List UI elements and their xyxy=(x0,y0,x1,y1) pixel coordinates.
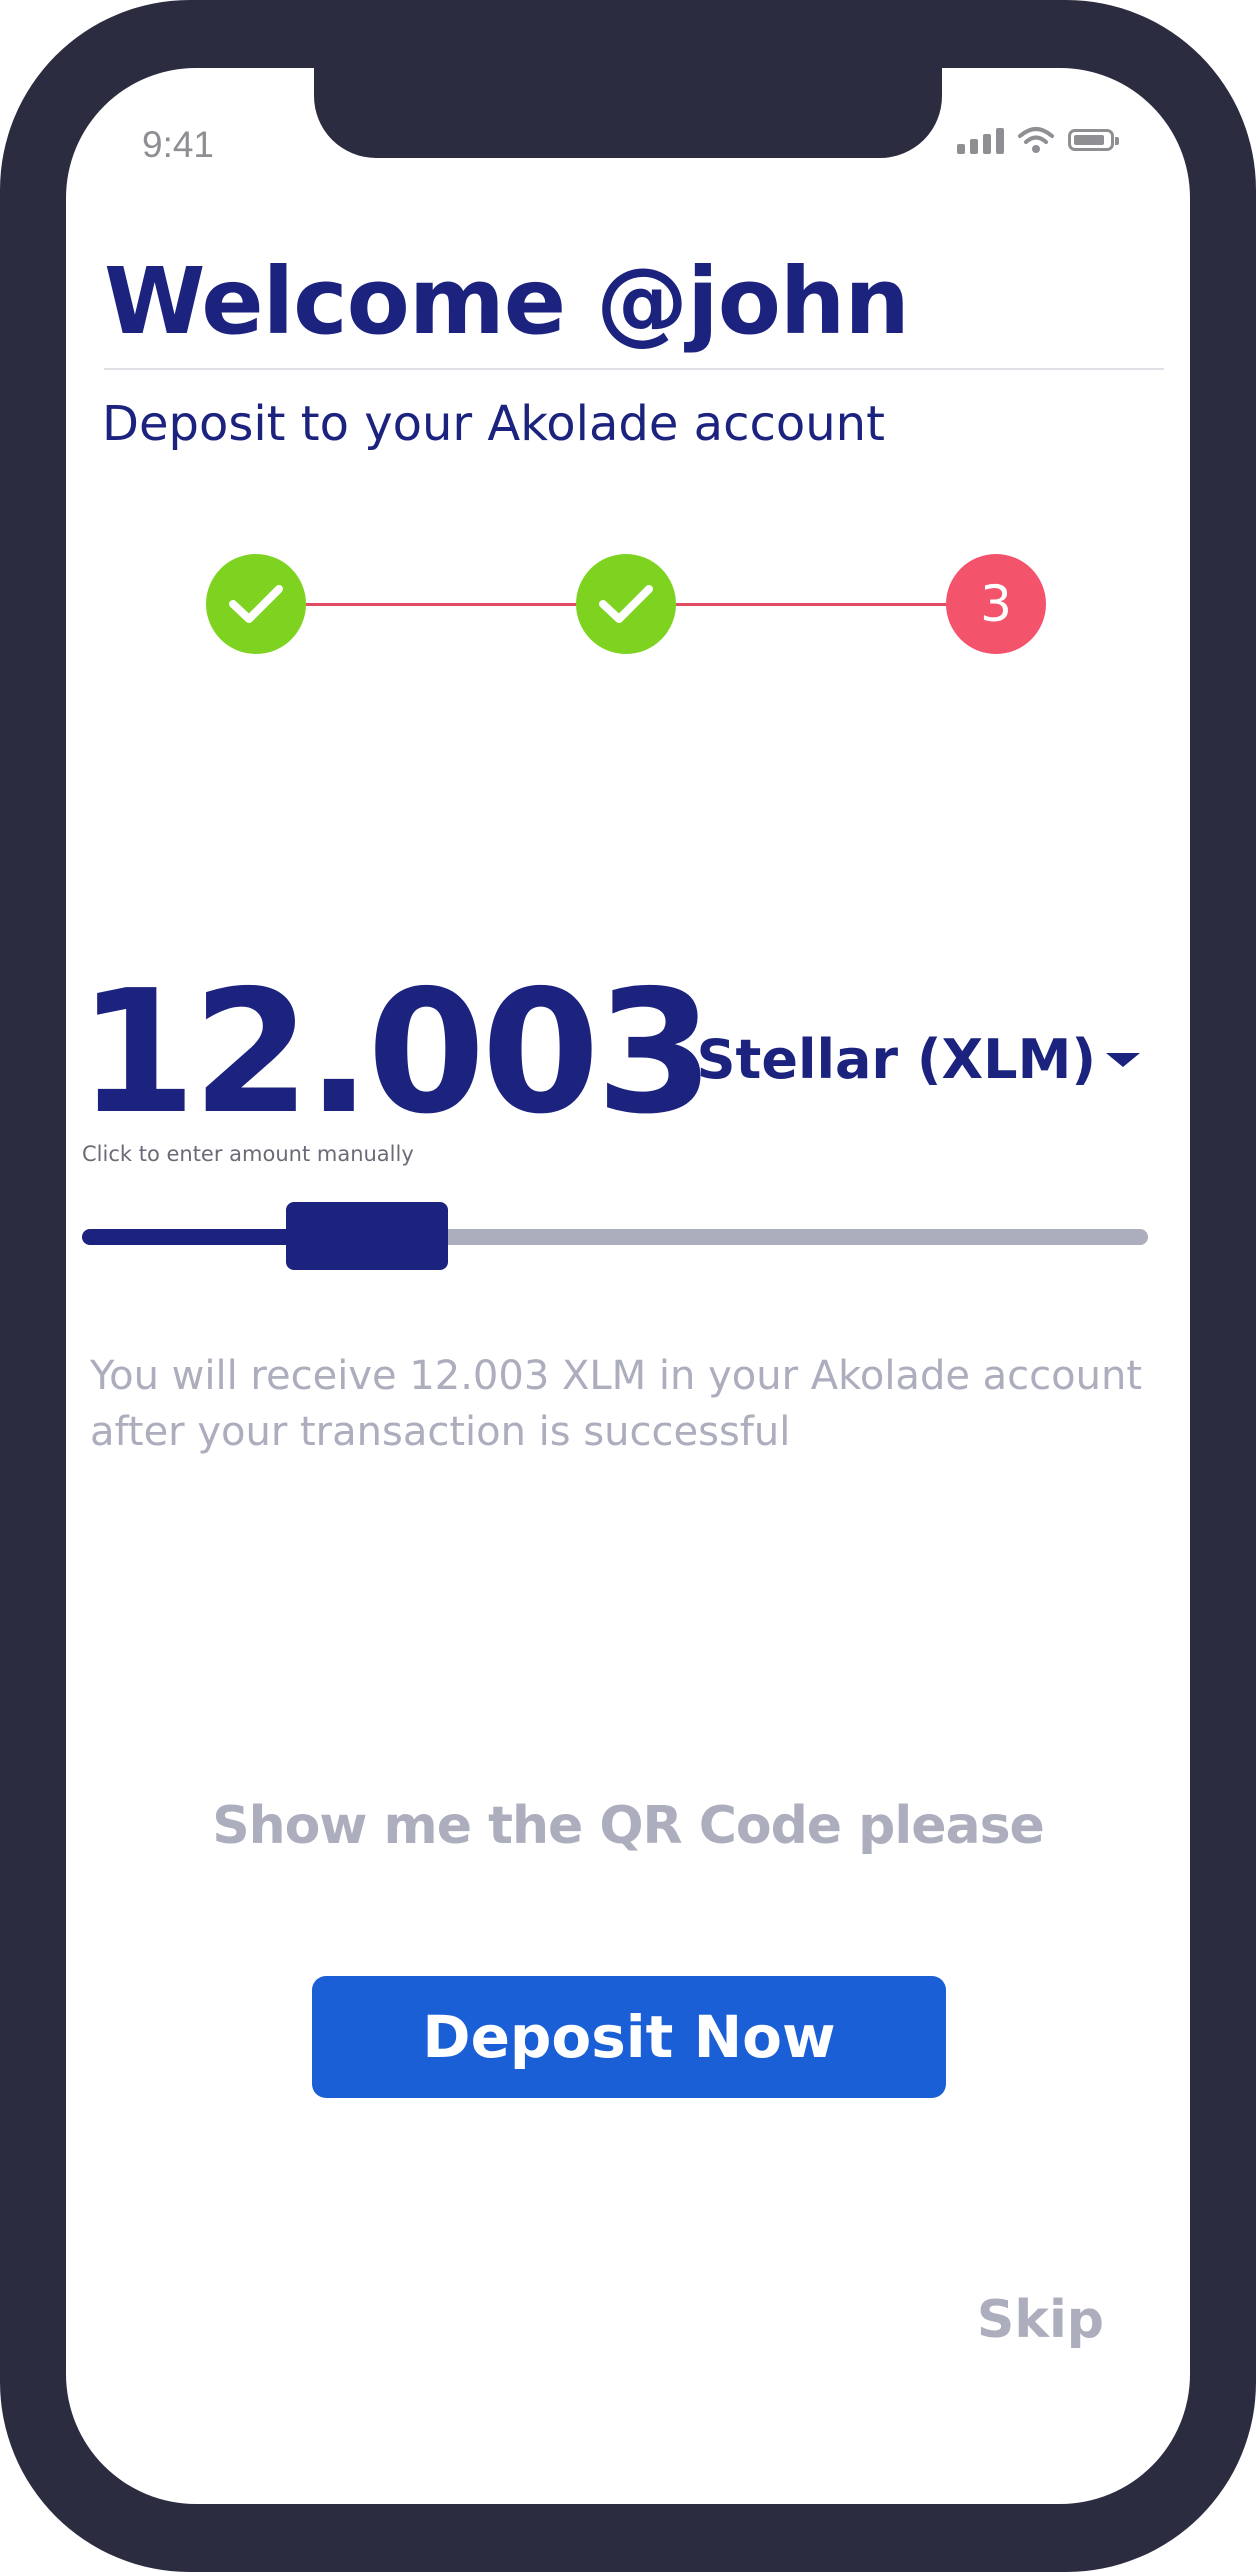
slider-fill xyxy=(82,1229,296,1245)
currency-label: Stellar (XLM) xyxy=(696,1028,1096,1091)
wifi-icon xyxy=(1018,127,1054,153)
currency-selector[interactable]: Stellar (XLM) xyxy=(697,1028,1140,1091)
device-frame: 9:41 Welcome @john Deposit to your Akola… xyxy=(0,0,1256,2572)
amount-slider[interactable] xyxy=(82,1194,1148,1278)
cellular-signal-icon xyxy=(957,126,1004,154)
progress-stepper: 3 xyxy=(206,554,1116,654)
show-qr-code-link[interactable]: Show me the QR Code please xyxy=(66,1796,1190,1856)
device-notch xyxy=(314,68,942,158)
page-subtitle: Deposit to your Akolade account xyxy=(102,396,885,452)
deposit-info-text: You will receive 12.003 XLM in your Akol… xyxy=(90,1353,1143,1455)
slider-thumb[interactable] xyxy=(286,1202,448,1270)
amount-hint: Click to enter amount manually xyxy=(82,1142,414,1166)
step-1-complete xyxy=(206,554,306,654)
caret-down-icon xyxy=(1106,1052,1140,1067)
page-title: Welcome @john xyxy=(104,248,910,355)
status-icons xyxy=(957,126,1119,154)
checkmark-icon xyxy=(599,585,653,623)
step-3-current: 3 xyxy=(946,554,1046,654)
checkmark-icon xyxy=(229,585,283,623)
skip-link[interactable]: Skip xyxy=(977,2290,1104,2350)
battery-icon xyxy=(1068,129,1119,151)
app-screen: 9:41 Welcome @john Deposit to your Akola… xyxy=(66,68,1190,2504)
deposit-amount[interactable]: 12.003 xyxy=(78,968,714,1138)
deposit-now-button[interactable]: Deposit Now xyxy=(312,1976,946,2098)
status-time: 9:41 xyxy=(142,124,215,165)
step-2-complete xyxy=(576,554,676,654)
title-divider xyxy=(104,368,1164,370)
